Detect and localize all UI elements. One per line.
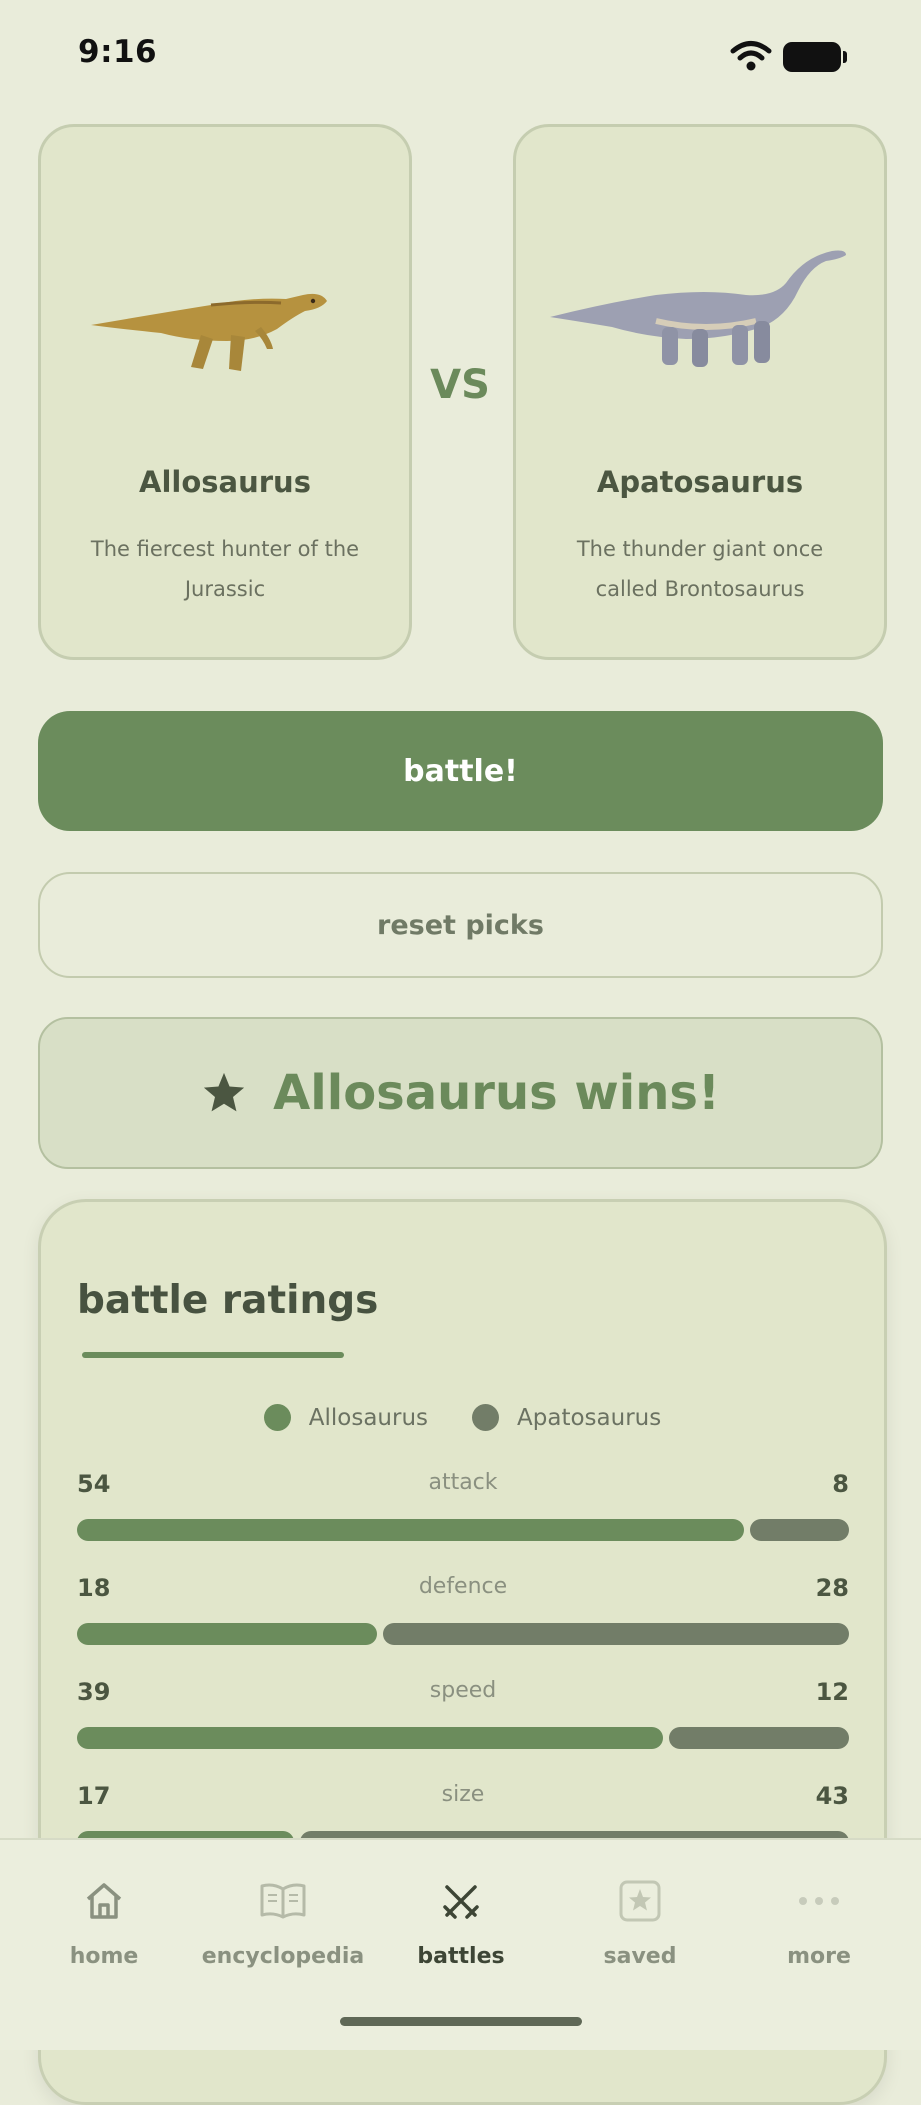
star-icon [201,1070,247,1116]
stat-bar-left [77,1519,745,1541]
dino-name-left: Allosaurus [139,465,311,499]
winner-banner: Allosaurus wins! [38,1017,883,1169]
vs-label: VS [430,362,490,408]
house-icon [14,1876,194,1926]
stat-label: attack [428,1470,498,1495]
stat-row-defence: 18 defence 28 [77,1574,849,1664]
title-underline [82,1352,344,1358]
allosaurus-image [91,293,327,371]
tab-battles[interactable]: battles [371,1876,551,1969]
stat-row-attack: 54 attack 8 [77,1470,849,1560]
tab-encyclopedia[interactable]: encyclopedia [193,1876,373,1969]
stat-bar-track [77,1519,849,1541]
legend-item-apatosaurus: Apatosaurus [472,1404,661,1431]
legend-item-allosaurus: Allosaurus [263,1404,429,1431]
stat-right-value: 28 [815,1574,849,1602]
tab-label: home [69,1944,139,1969]
legend-dot [472,1404,500,1431]
crossed-swords-icon [371,1876,551,1926]
battle-button[interactable]: battle! [38,711,883,831]
ratings-title: battle ratings [77,1278,379,1323]
battery-cap [843,51,847,63]
stat-right-value: 12 [815,1678,849,1706]
tab-saved[interactable]: saved [550,1876,730,1969]
apatosaurus-image [550,250,846,367]
book-icon [193,1876,373,1926]
tab-label: encyclopedia [201,1944,365,1969]
stat-label: size [441,1782,485,1807]
tab-home[interactable]: home [14,1876,194,1969]
reset-picks-button[interactable]: reset picks [38,872,883,978]
stat-bar-left [77,1623,377,1645]
tab-more[interactable]: more [729,1876,909,1969]
dino-description-right: The thunder giant once called Brontosaur… [576,537,824,601]
battery-icon [783,42,841,72]
wifi-icon [730,41,772,71]
ellipsis-icon [729,1876,909,1926]
dino-card-left[interactable]: Allosaurus The fiercest hunter of the Ju… [38,124,412,660]
stat-row-speed: 39 speed 12 [77,1678,849,1768]
stat-bar-right [382,1623,849,1645]
home-indicator [340,2017,582,2026]
tab-label: battles [417,1944,505,1969]
legend-dot [263,1404,291,1431]
dino-name-right: Apatosaurus [596,465,804,499]
stat-right-value: 43 [815,1782,849,1810]
stat-bar-track [77,1727,849,1749]
tab-label: saved [603,1944,677,1969]
legend-label: Apatosaurus [517,1404,662,1431]
stat-label: defence [418,1574,508,1599]
stat-label: speed [429,1678,497,1703]
stat-right-value: 8 [832,1470,849,1498]
stat-bar-left [77,1727,663,1749]
stat-bar-right [750,1519,849,1541]
dino-card-right[interactable]: Apatosaurus The thunder giant once calle… [513,124,887,660]
tab-label: more [787,1944,851,1969]
star-square-icon [550,1876,730,1926]
status-time: 9:16 [78,34,158,70]
status-bar: 9:16 [0,0,921,110]
stat-bar-track [77,1623,849,1645]
legend-label: Allosaurus [308,1404,429,1431]
winner-text: Allosaurus wins! [273,1065,720,1121]
dino-description-left: The fiercest hunter of the Jurassic [90,537,360,601]
ratings-legend: Allosaurus Apatosaurus [41,1404,884,1431]
stat-bar-right [668,1727,849,1749]
